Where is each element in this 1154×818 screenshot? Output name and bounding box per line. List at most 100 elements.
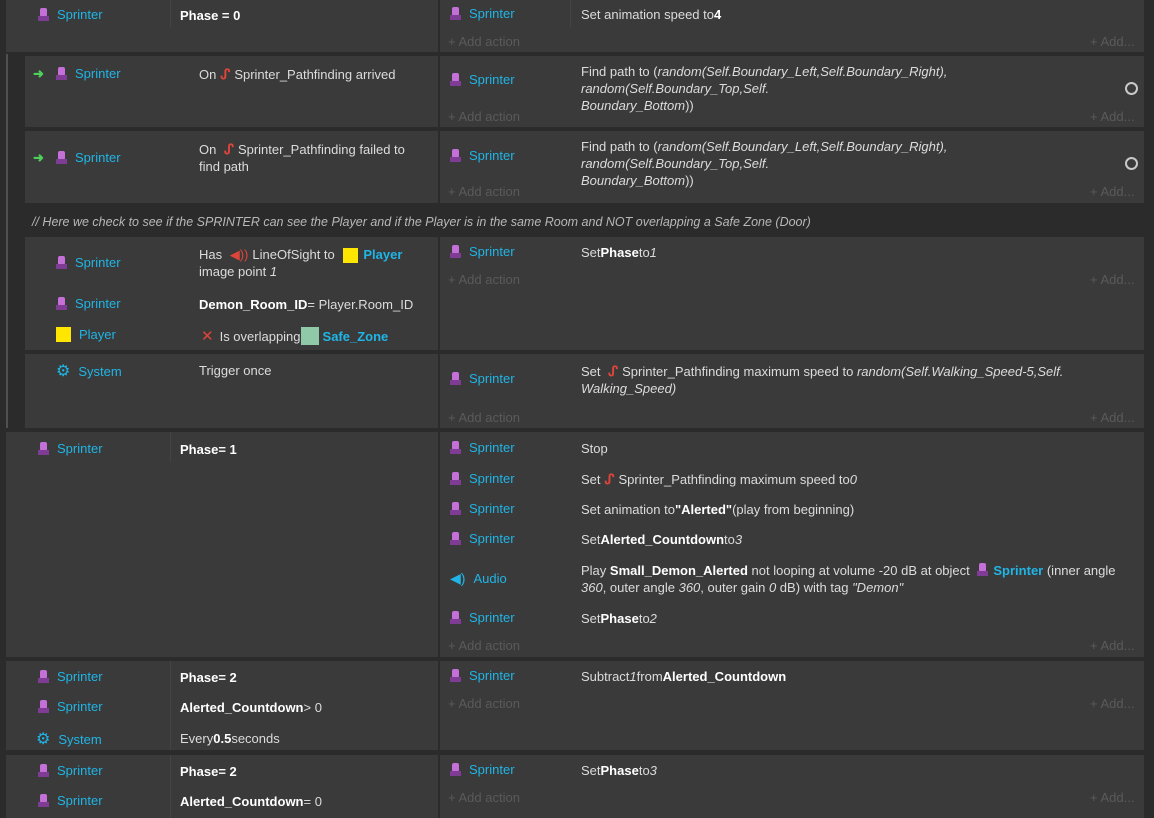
sprinter-sprite-icon (56, 67, 67, 80)
condition-room-id-compare[interactable]: Demon_Room_ID = Player.Room_ID (199, 296, 413, 313)
pathfinding-icon: ᔑ (220, 66, 231, 82)
add-action-link[interactable]: + Add action (448, 34, 520, 49)
add-action-link[interactable]: + Add action (448, 790, 520, 805)
event-6-conditions[interactable] (6, 432, 438, 657)
action-object-sprinter[interactable]: Sprinter (450, 471, 515, 486)
condition-object-sprinter[interactable]: Sprinter (38, 669, 103, 684)
condition-phase-2[interactable]: Phase = 2 (180, 763, 237, 780)
condition-countdown-eq-0[interactable]: Alerted_Countdown = 0 (180, 793, 322, 810)
condition-countdown-gt-0[interactable]: Alerted_Countdown > 0 (180, 699, 322, 716)
condition-object-sprinter[interactable]: Sprinter (56, 296, 121, 311)
add-action-link[interactable]: + Add action (448, 696, 520, 711)
condition-object-sprinter[interactable]: Sprinter (56, 255, 121, 270)
condition-object-sprinter[interactable]: Sprinter (38, 763, 103, 778)
wait-clock-icon (1125, 82, 1138, 95)
action-play-sound[interactable]: Play Small_Demon_Alerted not looping at … (581, 562, 1131, 596)
action-set-phase-1[interactable]: Set Phase to 1 (581, 244, 657, 261)
condition-on-failed[interactable]: On ᔑ Sprinter_Pathfinding failed to find p… (199, 141, 405, 175)
condition-object-sprinter[interactable]: Sprinter (38, 441, 103, 456)
action-find-path[interactable]: Find path to (random(Self.Boundary_Left,… (581, 63, 1121, 114)
line-of-sight-icon: ◀)) (229, 247, 249, 262)
player-sprite-icon (56, 327, 71, 342)
add-more-link[interactable]: + Add... (1090, 410, 1134, 425)
add-action-link[interactable]: + Add action (448, 410, 520, 425)
sprinter-sprite-icon (450, 763, 461, 776)
action-object-sprinter[interactable]: Sprinter (450, 371, 515, 386)
action-object-sprinter[interactable]: Sprinter (450, 610, 515, 625)
add-action-link[interactable]: + Add action (448, 272, 520, 287)
action-object-sprinter[interactable]: Sprinter (450, 668, 515, 683)
sprinter-sprite-icon (450, 73, 461, 86)
condition-object-system[interactable]: ⚙ System (56, 361, 122, 381)
add-more-link[interactable]: + Add... (1090, 272, 1134, 287)
condition-every-seconds[interactable]: Every 0.5 seconds (180, 730, 280, 747)
event-comment[interactable]: // Here we check to see if the SPRINTER … (32, 215, 811, 229)
action-set-animation-speed[interactable]: Set animation speed to 4 (581, 6, 721, 23)
action-object-sprinter[interactable]: Sprinter (450, 244, 515, 259)
trigger-arrow-icon: ➜ (33, 150, 44, 165)
invert-x-icon: ✕ (201, 327, 214, 345)
condition-phase-2[interactable]: Phase = 2 (180, 669, 237, 686)
sprinter-sprite-icon (450, 372, 461, 385)
action-object-sprinter[interactable]: Sprinter (450, 440, 515, 455)
add-action-link[interactable]: + Add action (448, 184, 520, 199)
sprinter-sprite-icon (450, 441, 461, 454)
sprinter-sprite-icon (56, 151, 67, 164)
sprinter-sprite-icon (450, 532, 461, 545)
condition-object-sprinter[interactable]: Sprinter (38, 699, 103, 714)
action-object-sprinter[interactable]: Sprinter (450, 501, 515, 516)
add-action-link[interactable]: + Add action (448, 638, 520, 653)
condition-trigger-once[interactable]: Trigger once (199, 362, 272, 379)
sprinter-sprite-icon (977, 563, 989, 576)
action-object-audio[interactable]: ◀) Audio (450, 570, 507, 587)
sprinter-sprite-icon (38, 442, 49, 455)
condition-has-line-of-sight[interactable]: Has ◀)) LineOfSight to Player image point… (199, 246, 402, 280)
add-more-link[interactable]: + Add... (1090, 34, 1134, 49)
action-object-sprinter[interactable]: Sprinter (450, 531, 515, 546)
action-object-sprinter[interactable]: Sprinter (450, 762, 515, 777)
condition-object-player[interactable]: Player (56, 327, 116, 342)
condition-object-sprinter[interactable]: Sprinter (56, 66, 121, 81)
condition-phase-1[interactable]: Phase = 1 (180, 441, 237, 458)
wait-clock-icon (1125, 157, 1138, 170)
sprinter-sprite-icon (38, 794, 49, 807)
group-indent-bar (6, 54, 8, 428)
add-more-link[interactable]: + Add... (1090, 790, 1134, 805)
event-7-actions[interactable] (440, 661, 1144, 750)
action-subtract-countdown[interactable]: Subtract 1 from Alerted_Countdown (581, 668, 786, 685)
speaker-icon: ◀) (450, 570, 466, 586)
condition-object-sprinter[interactable]: Sprinter (56, 150, 121, 165)
event-1-actions[interactable] (440, 0, 1144, 52)
condition-object-sprinter[interactable]: Sprinter (38, 793, 103, 808)
action-set-max-speed[interactable]: Set ᔑ Sprinter_Pathfinding maximum speed … (581, 363, 1121, 397)
action-object-sprinter[interactable]: Sprinter (450, 6, 515, 21)
add-more-link[interactable]: + Add... (1090, 696, 1134, 711)
action-set-phase-3[interactable]: Set Phase to 3 (581, 762, 657, 779)
add-action-link[interactable]: + Add action (448, 109, 520, 124)
add-more-link[interactable]: + Add... (1090, 184, 1134, 199)
condition-phase-0[interactable]: Phase = 0 (180, 7, 240, 24)
gear-icon: ⚙ (56, 363, 71, 380)
sprinter-sprite-icon (450, 472, 461, 485)
safe-zone-sprite-icon (300, 327, 319, 345)
condition-not-overlapping[interactable]: ✕ Is overlapping Safe_Zone (201, 327, 388, 345)
action-set-phase-2[interactable]: Set Phase to 2 (581, 610, 657, 627)
action-object-sprinter[interactable]: Sprinter (450, 148, 515, 163)
action-set-max-speed-0[interactable]: Set ᔑ Sprinter_Pathfinding maximum speed … (581, 471, 857, 488)
action-find-path[interactable]: Find path to (random(Self.Boundary_Left,… (581, 138, 1121, 189)
action-stop[interactable]: Stop (581, 440, 608, 457)
sprinter-sprite-icon (56, 297, 67, 310)
sprinter-sprite-icon (450, 669, 461, 682)
add-more-link[interactable]: + Add... (1090, 109, 1134, 124)
condition-on-arrived[interactable]: On ᔑ Sprinter_Pathfinding arrived (199, 66, 395, 83)
event-6-actions[interactable] (440, 432, 1144, 657)
action-set-animation[interactable]: Set animation to "Alerted" (play from be… (581, 501, 854, 518)
event-4-actions[interactable] (440, 237, 1144, 350)
condition-object-system[interactable]: ⚙ System (36, 729, 102, 749)
condition-object-sprinter[interactable]: Sprinter (38, 7, 103, 22)
event-8-actions[interactable] (440, 755, 1144, 818)
action-object-sprinter[interactable]: Sprinter (450, 72, 515, 87)
sprinter-sprite-icon (56, 256, 67, 269)
action-set-countdown[interactable]: Set Alerted_Countdown to 3 (581, 531, 742, 548)
add-more-link[interactable]: + Add... (1090, 638, 1134, 653)
